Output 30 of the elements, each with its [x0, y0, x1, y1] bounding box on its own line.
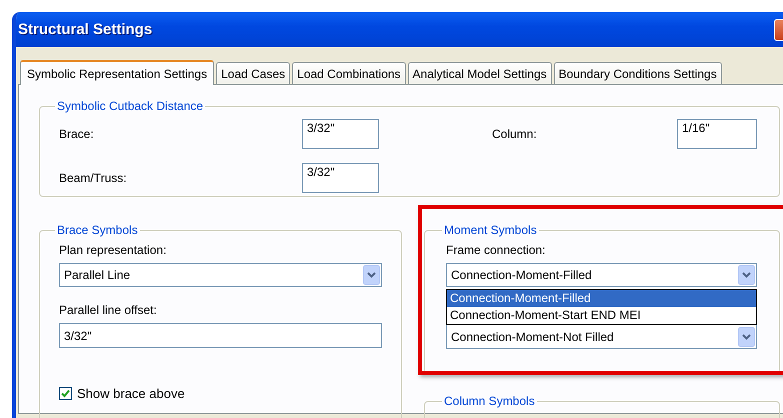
tab[interactable]: Symbolic Representation Settings [20, 60, 214, 85]
tab[interactable]: Load Combinations [292, 62, 406, 84]
input-field[interactable]: 3/32" [302, 119, 379, 149]
field-label: Frame connection: [446, 243, 546, 257]
field-label: Column: [492, 127, 538, 141]
chevron-down-icon [738, 326, 755, 346]
dropdown-option[interactable]: Connection-Moment-Filled [447, 290, 756, 307]
group-title: Symbolic Cutback Distance [56, 99, 204, 113]
dropdown-field[interactable]: Connection-Moment-Not Filled [446, 325, 757, 349]
window-title: Structural Settings [17, 21, 152, 38]
dropdown-option[interactable]: Connection-Moment-Start END MEI [447, 307, 756, 324]
field-label: Brace: [59, 127, 95, 141]
input-field[interactable]: 3/32" [302, 163, 379, 193]
group-title: Moment Symbols [443, 223, 538, 237]
input-field[interactable]: 1/16" [677, 119, 757, 149]
checkbox-label: Show brace above [77, 386, 185, 401]
group-title: Column Symbols [443, 394, 536, 408]
field-label: Parallel line offset: [59, 303, 157, 317]
tab[interactable]: Boundary Conditions Settings [554, 62, 722, 84]
tab[interactable]: Analytical Model Settings [408, 62, 552, 84]
dropdown-field[interactable]: Parallel Line [59, 263, 382, 287]
chevron-down-icon [363, 265, 380, 285]
group-title: Brace Symbols [56, 223, 139, 237]
field-label: Plan representation: [59, 243, 166, 257]
field-label: Beam/Truss: [59, 171, 128, 185]
dropdown-field[interactable]: Connection-Moment-Filled [446, 263, 757, 287]
chevron-down-icon [738, 265, 755, 285]
tab[interactable]: Load Cases [216, 62, 290, 84]
checkbox[interactable] [59, 387, 72, 400]
input-field[interactable]: 3/32" [59, 323, 382, 348]
